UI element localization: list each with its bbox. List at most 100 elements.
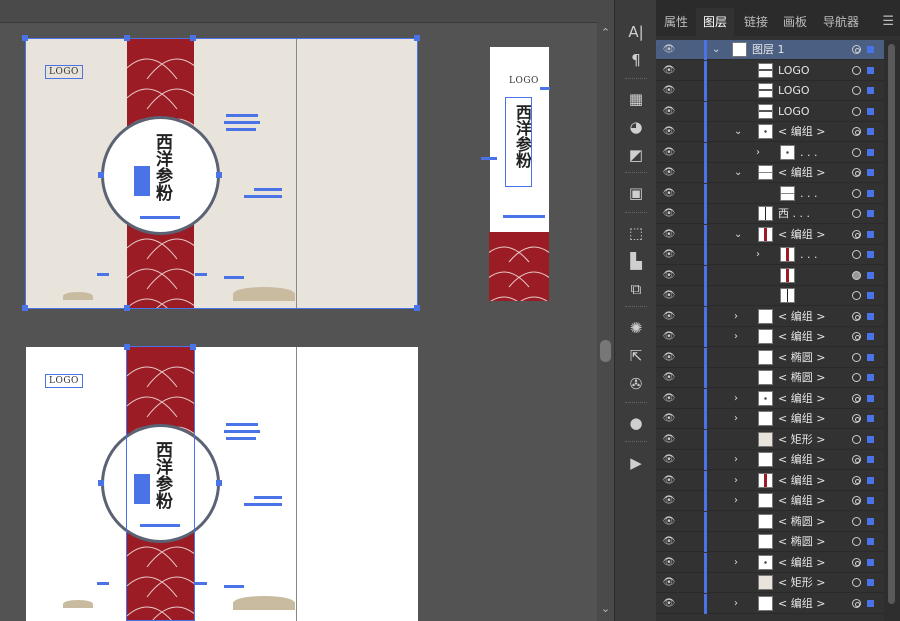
target-circle-icon[interactable] [852,188,861,198]
handle[interactable] [414,305,420,311]
selection-indicator-icon[interactable] [867,415,874,422]
selection-indicator-icon[interactable] [867,46,874,53]
layer-name[interactable]: LOGO [778,81,810,101]
cloud-ornament[interactable] [224,121,260,124]
layer-name[interactable]: . . . [800,184,817,204]
selection-indicator-icon[interactable] [867,435,874,443]
panel-menu-icon[interactable]: ☰ [882,8,894,36]
handle[interactable] [190,344,196,350]
layer-name[interactable]: < 矩形 > [778,573,825,593]
libraries-icon[interactable]: ● [623,411,649,435]
visibility-eye-icon[interactable]: 👁 [662,536,676,547]
target-circle-icon[interactable] [852,434,861,444]
layer-name[interactable]: < 编组 > [778,491,825,511]
target-circle-icon[interactable] [852,229,861,239]
target-circle-icon[interactable] [852,65,861,75]
selection-indicator-icon[interactable] [867,497,874,504]
cloud-ornament[interactable] [195,273,207,276]
visibility-eye-icon[interactable]: 👁 [662,65,676,76]
layer-name[interactable]: < 编组 > [778,389,825,409]
layer-row[interactable]: 👁 [656,286,884,306]
selection-indicator-icon[interactable] [867,148,874,156]
target-circle-icon[interactable] [852,598,861,608]
cloud-ornament[interactable] [224,276,244,279]
handle[interactable] [22,35,28,41]
handle[interactable] [98,480,104,486]
cloud-ornament[interactable] [224,430,260,433]
symbols-icon[interactable]: ✇ [623,372,649,396]
cloud-ornament[interactable] [254,188,282,191]
visibility-eye-icon[interactable]: 👁 [662,413,676,424]
character-icon[interactable]: A| [623,20,649,44]
cloud-ornament[interactable] [226,114,258,117]
document-canvas[interactable]: 西洋参粉 LOGO LOGO 西洋参粉 西洋参粉 LOGO ⌃ ⌄ [0,0,614,621]
visibility-eye-icon[interactable]: 👁 [662,249,676,260]
selection-indicator-icon[interactable] [867,579,874,586]
visibility-eye-icon[interactable]: 👁 [662,167,676,178]
visibility-eye-icon[interactable]: 👁 [662,270,676,281]
mountain-shape[interactable] [63,600,93,608]
selection-indicator-icon[interactable] [867,353,874,361]
chevron-right-icon[interactable]: › [734,494,738,508]
visibility-eye-icon[interactable]: 👁 [662,352,676,363]
play-icon[interactable]: ▶ [623,451,649,475]
layer-name[interactable]: LOGO [778,61,810,81]
selection-indicator-icon[interactable] [867,558,874,566]
visibility-eye-icon[interactable]: 👁 [662,454,676,465]
layer-row[interactable]: 👁 › < 编组 > [656,491,884,511]
tab-links[interactable]: 链接 [736,8,776,36]
tab-navigator[interactable]: 导航器 [816,8,866,36]
handle[interactable] [98,172,104,178]
chevron-down-icon[interactable]: ⌄ [734,125,742,139]
layer-row[interactable]: 👁 › . . . [656,245,884,265]
visibility-eye-icon[interactable]: 👁 [662,434,676,445]
panel-collapse-bar[interactable] [656,0,900,8]
cloud-ornament[interactable] [244,195,282,198]
layer-row[interactable]: 👁 . . . [656,183,884,204]
selection-indicator-icon[interactable] [867,230,874,238]
swatches-icon[interactable]: ▦ [623,87,649,111]
cloud-ornament[interactable] [97,582,109,585]
transparency-icon[interactable]: ▣ [623,181,649,205]
selection-indicator-icon[interactable] [867,517,874,525]
visibility-eye-icon[interactable]: 👁 [662,208,676,219]
layer-row[interactable]: 👁 < 椭圆 > [656,368,884,388]
layers-scrollbar[interactable] [884,40,900,621]
layer-name[interactable]: < 编组 > [778,471,825,491]
layer-row[interactable]: 👁 < 矩形 > [656,429,884,450]
chevron-right-icon[interactable]: › [734,597,738,611]
layer-row[interactable]: 👁 › . . . [656,142,884,163]
chevron-right-icon[interactable]: › [734,412,738,426]
selection-indicator-icon[interactable] [867,271,874,279]
target-circle-icon[interactable] [852,106,861,116]
cloud-ornament[interactable] [224,585,244,588]
selection-indicator-icon[interactable] [867,333,874,340]
cloud-ornament[interactable] [195,582,207,585]
layer-name[interactable]: . . . [800,143,817,163]
selection-indicator-icon[interactable] [867,128,874,135]
pathfinder-icon[interactable]: ⧉ [623,277,649,301]
layer-name[interactable]: < 椭圆 > [778,368,825,388]
target-circle-icon[interactable] [852,168,861,177]
handle[interactable] [124,35,130,41]
visibility-eye-icon[interactable]: 👁 [662,188,676,199]
visibility-eye-icon[interactable]: 👁 [662,598,676,609]
chevron-right-icon[interactable]: › [756,248,760,262]
selection-indicator-icon[interactable] [867,374,874,381]
visibility-eye-icon[interactable]: 👁 [662,331,676,342]
chevron-down-icon[interactable]: ⌄ [734,166,742,180]
cloud-ornament[interactable] [226,437,256,440]
handle[interactable] [190,35,196,41]
gradient-icon[interactable]: ◩ [623,143,649,167]
tab-artboards[interactable]: 画板 [776,8,814,36]
target-circle-icon[interactable] [852,578,861,587]
layer-row[interactable]: 👁 LOGO [656,101,884,122]
target-circle-icon[interactable] [852,352,861,362]
handle[interactable] [124,305,130,311]
visibility-eye-icon[interactable]: 👁 [662,85,676,96]
selection-indicator-icon[interactable] [867,169,874,176]
handle[interactable] [124,344,130,350]
handle[interactable] [22,305,28,311]
chevron-right-icon[interactable]: › [734,330,738,344]
visibility-eye-icon[interactable]: 👁 [662,311,676,322]
